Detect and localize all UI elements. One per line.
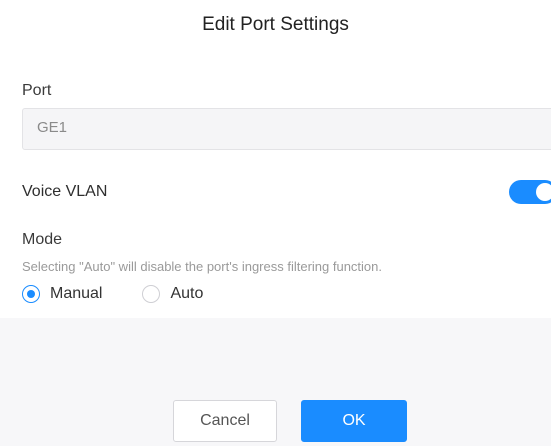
mode-radio-group: Manual Auto [22,285,243,303]
radio-checked-icon[interactable] [22,285,40,303]
edit-port-dialog: Edit Port Settings Port GE1 Voice VLAN M… [0,0,551,446]
ok-button[interactable]: OK [301,400,407,442]
dialog-title: Edit Port Settings [202,14,349,35]
radio-option-manual[interactable]: Manual [22,285,102,303]
radio-label-manual: Manual [50,285,103,302]
voice-vlan-toggle[interactable] [509,180,551,204]
cancel-button[interactable]: Cancel [173,400,277,442]
radio-label-auto: Auto [170,285,204,302]
mode-hint: Selecting "Auto" will disable the port's… [22,259,383,274]
radio-option-auto[interactable]: Auto [142,285,203,303]
port-label: Port [22,82,52,99]
radio-unchecked-icon[interactable] [142,285,161,303]
voice-vlan-label: Voice VLAN [22,183,108,200]
port-field: GE1 [22,108,551,150]
toggle-knob [536,183,551,201]
mode-label: Mode [22,231,63,248]
